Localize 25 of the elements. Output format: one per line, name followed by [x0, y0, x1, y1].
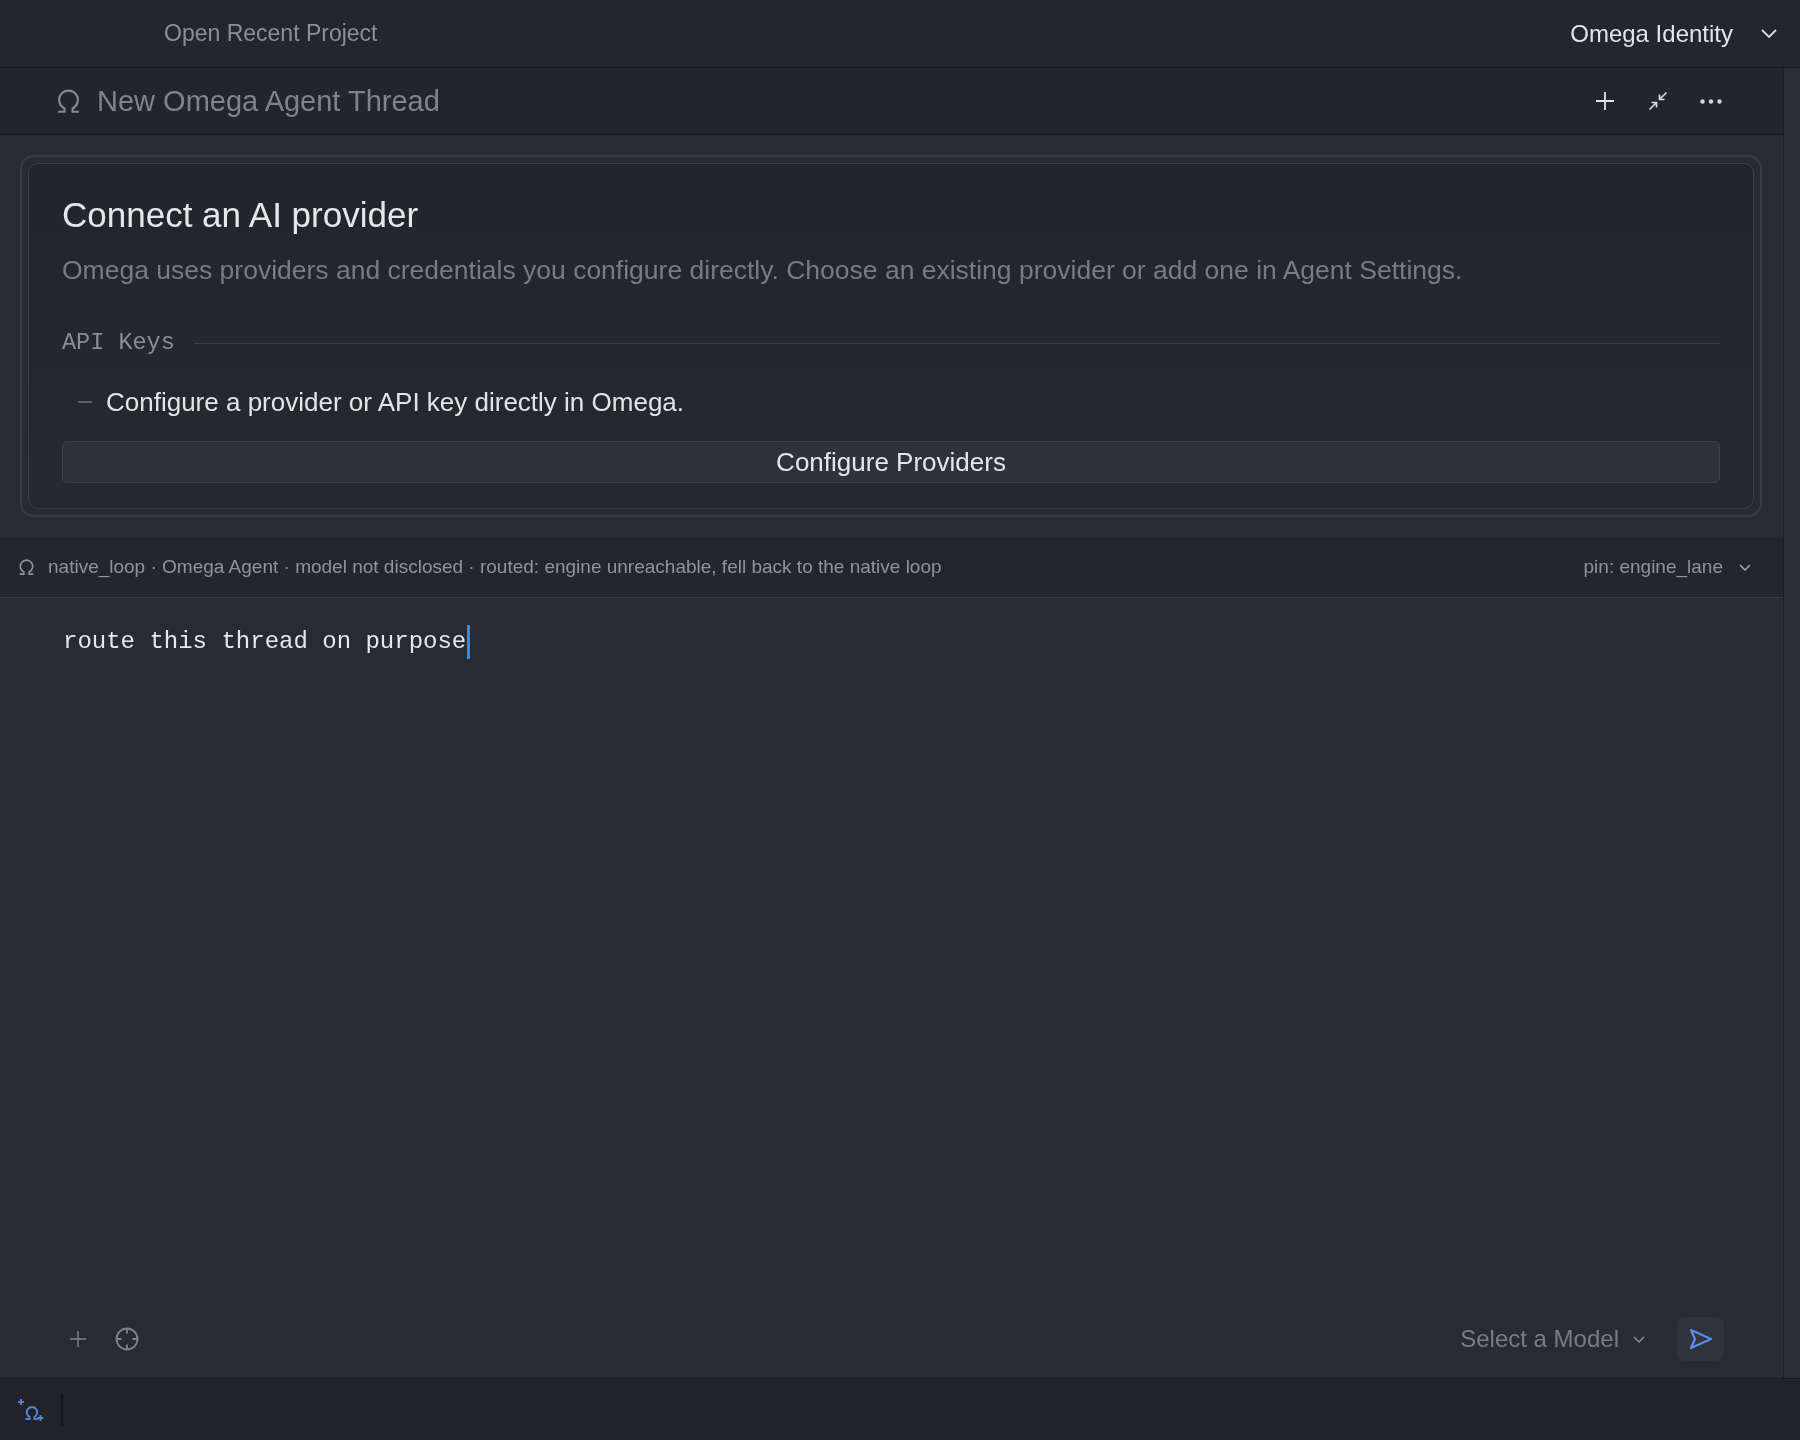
- route-info: native_loop · Omega Agent · model not disclosed · routed: engine unreachable, fell back to the native loop: [48, 556, 942, 578]
- chevron-down-icon: [1739, 563, 1751, 571]
- card-description: Omega uses providers and credentials you configure directly. Choose an existing provider or add one in Agent Settings.: [62, 254, 1463, 287]
- omega-sparkle-icon: [18, 1397, 44, 1422]
- send-icon: [1688, 1328, 1713, 1350]
- thread-title: New Omega Agent Thread: [97, 84, 440, 118]
- plus-icon: [1595, 91, 1615, 111]
- chevron-down-icon: [1761, 29, 1777, 38]
- omega-icon: [57, 89, 80, 113]
- ellipsis-icon: [1700, 98, 1722, 104]
- omega-icon: [19, 559, 34, 575]
- card-title: Connect an AI provider: [62, 194, 419, 236]
- dash-icon: [78, 401, 92, 403]
- crosshair-icon: [115, 1327, 139, 1351]
- plus-icon: [69, 1330, 87, 1348]
- pin-menu[interactable]: pin: engine_lane: [1583, 556, 1751, 578]
- open-recent-project-menu[interactable]: Open Recent Project: [164, 20, 378, 47]
- identity-menu[interactable]: Omega Identity: [1570, 19, 1777, 48]
- chevron-down-icon: [1633, 1335, 1645, 1343]
- section-label: API Keys: [62, 328, 175, 358]
- list-item-text: Configure a provider or API key directly in Omega.: [106, 386, 685, 419]
- collapse-arrows-icon: [1648, 91, 1668, 111]
- configure-providers-button[interactable]: Configure Providers: [62, 441, 1720, 483]
- agent-button[interactable]: [18, 1397, 44, 1422]
- send-button[interactable]: [1677, 1317, 1724, 1361]
